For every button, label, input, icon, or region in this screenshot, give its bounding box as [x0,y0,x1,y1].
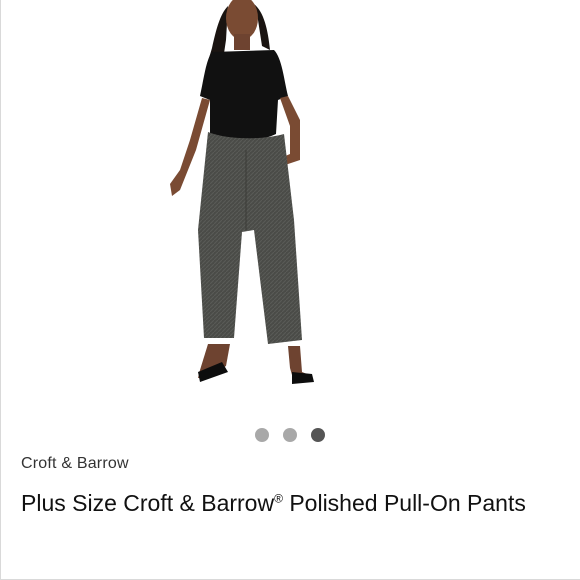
registered-mark: ® [274,491,283,506]
product-image[interactable] [150,0,325,390]
product-title: Plus Size Croft & Barrow® Polished Pull-… [21,488,561,519]
product-title-part2: Polished Pull-On Pants [282,490,526,516]
carousel-dot-3[interactable] [311,428,325,442]
frame-border-left [0,0,1,580]
product-brand[interactable]: Croft & Barrow [21,455,129,473]
carousel-dot-1[interactable] [255,428,269,442]
carousel-dot-2[interactable] [283,428,297,442]
image-carousel-dots [0,428,580,442]
product-title-part1: Plus Size Croft & Barrow [21,490,275,516]
